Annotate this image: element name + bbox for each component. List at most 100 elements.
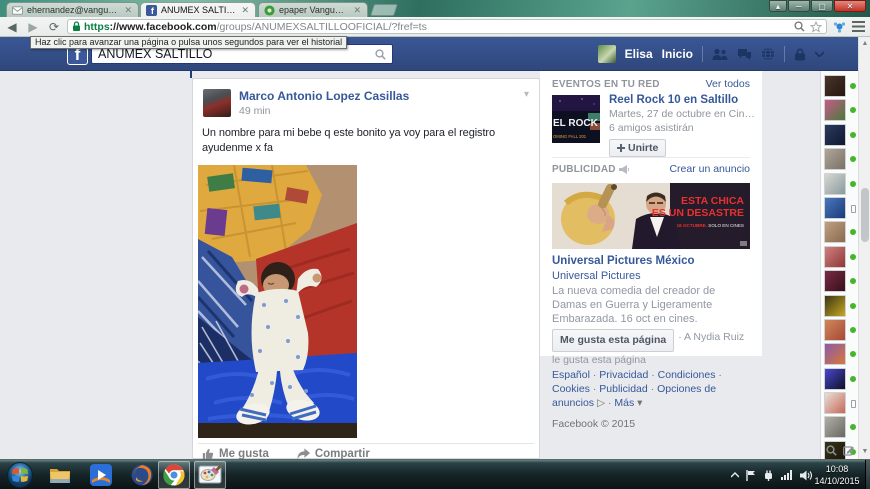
profile-link[interactable]: Elisa [625,47,653,61]
chat-contact[interactable] [821,147,859,171]
chat-search-icon[interactable] [826,445,837,456]
friend-requests-icon[interactable] [712,48,728,61]
settings-caret-icon[interactable] [815,51,824,57]
menu-icon[interactable] [852,21,865,32]
chat-contact[interactable] [821,172,859,196]
chat-contact-avatar[interactable] [824,270,846,292]
post-author-name[interactable]: Marco Antonio Lopez Casillas [239,89,409,103]
maximize-button[interactable]: ▢ [811,0,833,12]
chat-contact[interactable] [821,196,859,220]
chat-compose-icon[interactable] [843,445,854,456]
create-ad-link[interactable]: Crear un anuncio [669,163,750,175]
home-link[interactable]: Inicio [662,47,693,61]
tab-anumex-saltillo[interactable]: f ANUMEX SALTILLO ✕ [140,2,256,17]
tray-expand-icon[interactable] [731,472,739,478]
scrollbar-thumb[interactable] [861,188,869,242]
like-page-button[interactable]: Me gusta esta página [552,329,674,352]
start-button[interactable] [7,462,33,488]
post-options-chevron-icon[interactable]: ▾ [524,89,529,117]
file-explorer-icon[interactable] [48,463,72,487]
messages-icon[interactable] [737,48,752,61]
bookmark-star-icon[interactable] [810,21,822,33]
footer-link[interactable]: Cookies [552,383,590,395]
post-photo-baby[interactable] [198,165,357,438]
forward-button[interactable]: ▶ [24,20,42,34]
taskbar-clock[interactable]: 10:08 14/10/2015 [811,463,863,487]
post-message: Un nombre para mi bebe q este bonito ya … [202,126,534,156]
close-button[interactable]: ✕ [834,0,866,12]
event-join-button[interactable]: Unirte [609,139,666,157]
event-poster-thumbnail[interactable]: EL ROCK OMING FALL 201 [552,95,600,143]
chat-contact-avatar[interactable] [824,75,846,97]
chat-contact[interactable] [821,269,859,293]
post-timestamp[interactable]: 49 min [239,105,409,117]
clock-time: 10:08 [811,463,863,475]
chat-contact[interactable] [821,98,859,122]
profile-avatar[interactable] [598,45,616,63]
tab-close-icon[interactable]: ✕ [240,6,250,15]
chat-contact-avatar[interactable] [824,148,846,170]
tab-close-icon[interactable]: ✕ [352,6,362,15]
online-status-dot [850,229,856,235]
tab-list-button[interactable]: ▴ [769,0,787,12]
chat-contact-avatar[interactable] [824,343,846,365]
chat-contact[interactable] [821,391,859,415]
chat-contact[interactable] [821,294,859,318]
search-input[interactable]: ANUMEX SALTILLO [98,47,375,61]
chat-contact-avatar[interactable] [824,319,846,341]
chat-contact-avatar[interactable] [824,124,846,146]
power-plug-icon[interactable] [763,470,774,481]
footer-link[interactable]: Privacidad [599,369,648,381]
chat-contact-avatar[interactable] [824,246,846,268]
ad-image[interactable]: ESTA CHICA ES UN DESASTRE 16 OCTUBRE. SO… [552,183,750,249]
chat-contact[interactable] [821,123,859,147]
firefox-icon[interactable] [130,463,154,487]
chat-contact[interactable] [821,245,859,269]
tab-close-icon[interactable]: ✕ [123,6,133,15]
show-desktop-button[interactable] [865,460,870,489]
ad-page-category-link[interactable]: Universal Pictures [552,270,641,282]
chat-contact[interactable] [821,342,859,366]
forward-button-tooltip: Haz clic para avanzar una página o pulsa… [30,36,347,49]
chat-contact[interactable] [821,415,859,439]
privacy-lock-icon[interactable] [794,48,806,61]
search-icon[interactable] [375,49,386,60]
tab-mail[interactable]: ehernandez@vanguardia… ✕ [6,2,139,17]
back-button[interactable]: ◀ [3,20,21,34]
footer-link[interactable]: Publicidad [599,383,647,395]
chat-contact[interactable] [821,220,859,244]
action-center-flag-icon[interactable] [746,470,756,481]
reload-button[interactable]: ⟳ [45,20,63,34]
footer-link[interactable]: Español [552,369,590,381]
chat-contact[interactable] [821,318,859,342]
chat-contact-avatar[interactable] [824,295,846,317]
event-friends-going: 6 amigos asistirán [609,122,754,134]
chat-contact-avatar[interactable] [824,221,846,243]
chat-contact-avatar[interactable] [824,197,846,219]
scroll-down-icon[interactable]: ▼ [861,448,869,456]
scroll-up-icon[interactable]: ▲ [861,40,869,48]
chat-contact-avatar[interactable] [824,392,846,414]
footer-link[interactable]: Más [614,397,634,409]
media-player-icon[interactable] [90,464,112,486]
browser-scrollbar[interactable]: ▲ ▼ [858,37,870,459]
tab-epaper[interactable]: epaper Vanguardia ✕ [258,2,368,17]
chat-contact-avatar[interactable] [824,368,846,390]
extension-icon[interactable] [833,20,846,33]
zoom-icon[interactable] [794,21,805,32]
notifications-globe-icon[interactable] [761,47,775,61]
chat-contact-avatar[interactable] [824,99,846,121]
ad-page-name-link[interactable]: Universal Pictures México [552,255,695,267]
footer-link[interactable]: Condiciones [658,369,716,381]
post-author-avatar[interactable] [203,89,231,117]
events-see-all-link[interactable]: Ver todos [706,78,750,90]
network-signal-icon[interactable] [781,470,793,480]
event-name-link[interactable]: Reel Rock 10 en Saltillo [609,94,754,106]
chat-contact-avatar[interactable] [824,173,846,195]
minimize-button[interactable]: ─ [788,0,810,12]
address-bar[interactable]: https ://www.facebook.com /groups/ANUMEX… [67,19,827,34]
chat-contact-avatar[interactable] [824,416,846,438]
chat-contact[interactable] [821,74,859,98]
new-tab-button[interactable] [370,4,398,16]
chat-contact[interactable] [821,367,859,391]
